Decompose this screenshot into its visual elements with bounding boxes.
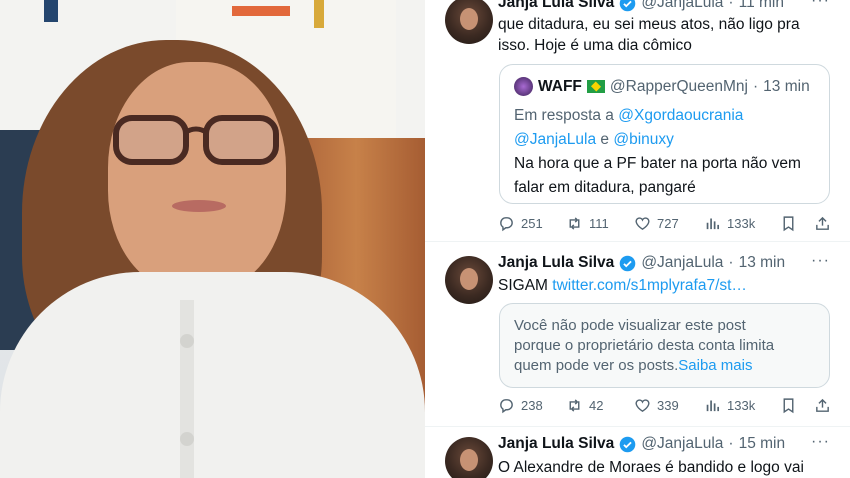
notice-line: quem pode ver os posts. xyxy=(514,357,679,374)
mention-link[interactable]: @binuxy xyxy=(613,131,674,148)
avatar[interactable] xyxy=(445,437,493,478)
avatar[interactable] xyxy=(445,256,493,304)
views-count: 133k xyxy=(727,215,756,231)
like-button[interactable]: 339 xyxy=(634,397,704,414)
share-button[interactable] xyxy=(814,215,838,232)
retweet-button[interactable]: 111 xyxy=(566,215,634,232)
share-button[interactable] xyxy=(814,397,838,414)
tweet-time[interactable]: 11 min xyxy=(739,0,784,12)
verified-badge-icon xyxy=(620,0,636,11)
mention-link[interactable]: @JanjaLula xyxy=(514,131,596,148)
face xyxy=(108,62,286,292)
brazil-flag-icon xyxy=(586,80,605,93)
tweet-time[interactable]: 15 min xyxy=(739,435,786,453)
retweet-icon xyxy=(569,398,580,412)
reply-count: 238 xyxy=(521,397,543,413)
quoted-tweet[interactable]: WAFF @RapperQueenMnj · 13 min Em respost… xyxy=(499,64,830,204)
quoted-time: 13 min xyxy=(763,77,810,95)
tweet-3[interactable]: Janja Lula Silva @JanjaLula · 15 min ···… xyxy=(425,427,850,478)
verified-badge-icon xyxy=(620,436,636,452)
author-name[interactable]: Janja Lula Silva xyxy=(498,435,614,453)
reply-prefix: Em resposta a xyxy=(514,107,614,124)
more-icon[interactable]: ··· xyxy=(811,0,830,10)
tweet-text-line: O Alexandre de Moraes é bandido e logo v… xyxy=(498,459,804,476)
more-icon[interactable]: ··· xyxy=(811,433,830,451)
views-count: 133k xyxy=(727,397,756,413)
tweet-text-line: isso. Hoje é uma dia cômico xyxy=(498,37,692,54)
reply-count: 251 xyxy=(521,215,543,231)
quoted-name: WAFF xyxy=(538,77,582,95)
reply-button[interactable]: 251 xyxy=(498,215,566,232)
quoted-text-line: falar em ditadura, pangaré xyxy=(514,179,696,196)
bookmark-button[interactable] xyxy=(780,215,814,232)
reply-icon xyxy=(500,216,513,231)
restricted-post-notice: Você não pode visualizar este post porqu… xyxy=(499,303,830,388)
quoted-handle: @RapperQueenMnj xyxy=(609,77,748,95)
retweet-count: 42 xyxy=(589,397,604,413)
notice-line: Você não pode visualizar este post xyxy=(514,317,746,334)
more-icon[interactable]: ··· xyxy=(811,252,830,270)
author-name[interactable]: Janja Lula Silva xyxy=(498,0,614,12)
verified-badge-icon xyxy=(620,255,636,271)
bookmark-icon xyxy=(783,215,794,231)
bookmark-button[interactable] xyxy=(780,397,814,414)
mention-link[interactable]: @Xgordaoucrania xyxy=(618,107,743,124)
views-icon xyxy=(706,218,720,229)
like-button[interactable]: 727 xyxy=(634,215,704,232)
notice-line: porque o proprietário desta conta limita xyxy=(514,337,775,354)
quoted-text-line: Na hora que a PF bater na porta não vem xyxy=(514,155,801,172)
tweet-text-line: que ditadura, eu sei meus atos, não ligo… xyxy=(498,16,800,33)
reply-button[interactable]: 238 xyxy=(498,397,566,414)
tweet-feed: Janja Lula Silva @JanjaLula · 11 min ···… xyxy=(425,0,850,478)
bookmark-icon xyxy=(783,397,794,413)
retweet-icon xyxy=(569,216,580,230)
avatar[interactable] xyxy=(445,0,493,44)
reply-icon xyxy=(500,398,513,413)
lips xyxy=(172,200,226,212)
retweet-button[interactable]: 42 xyxy=(566,397,634,414)
glasses xyxy=(113,115,279,165)
learn-more-link[interactable]: Saiba mais xyxy=(678,357,752,374)
heart-icon xyxy=(635,216,650,230)
author-handle[interactable]: @JanjaLula xyxy=(641,254,723,272)
views-button[interactable]: 133k xyxy=(704,215,780,232)
news-photo xyxy=(0,0,425,478)
like-count: 339 xyxy=(657,397,679,413)
share-icon xyxy=(816,216,829,230)
views-icon xyxy=(706,400,720,411)
heart-icon xyxy=(635,398,650,412)
like-count: 727 xyxy=(657,215,679,231)
tweet-link[interactable]: twitter.com/s1mplyrafa7/st… xyxy=(552,277,747,294)
retweet-count: 111 xyxy=(589,215,609,231)
mention-conjunction: e xyxy=(600,131,610,148)
share-icon xyxy=(816,398,829,412)
tweet-2[interactable]: Janja Lula Silva @JanjaLula · 13 min ···… xyxy=(425,242,850,427)
tweet-text: SIGAM xyxy=(498,277,548,294)
views-button[interactable]: 133k xyxy=(704,397,780,414)
white-shirt xyxy=(0,272,425,478)
quoted-avatar xyxy=(514,77,533,96)
author-handle[interactable]: @JanjaLula xyxy=(641,435,723,453)
tweet-1[interactable]: Janja Lula Silva @JanjaLula · 11 min ···… xyxy=(425,0,850,242)
author-handle[interactable]: @JanjaLula xyxy=(641,0,723,12)
author-name[interactable]: Janja Lula Silva xyxy=(498,254,614,272)
tweet-time[interactable]: 13 min xyxy=(739,254,786,272)
